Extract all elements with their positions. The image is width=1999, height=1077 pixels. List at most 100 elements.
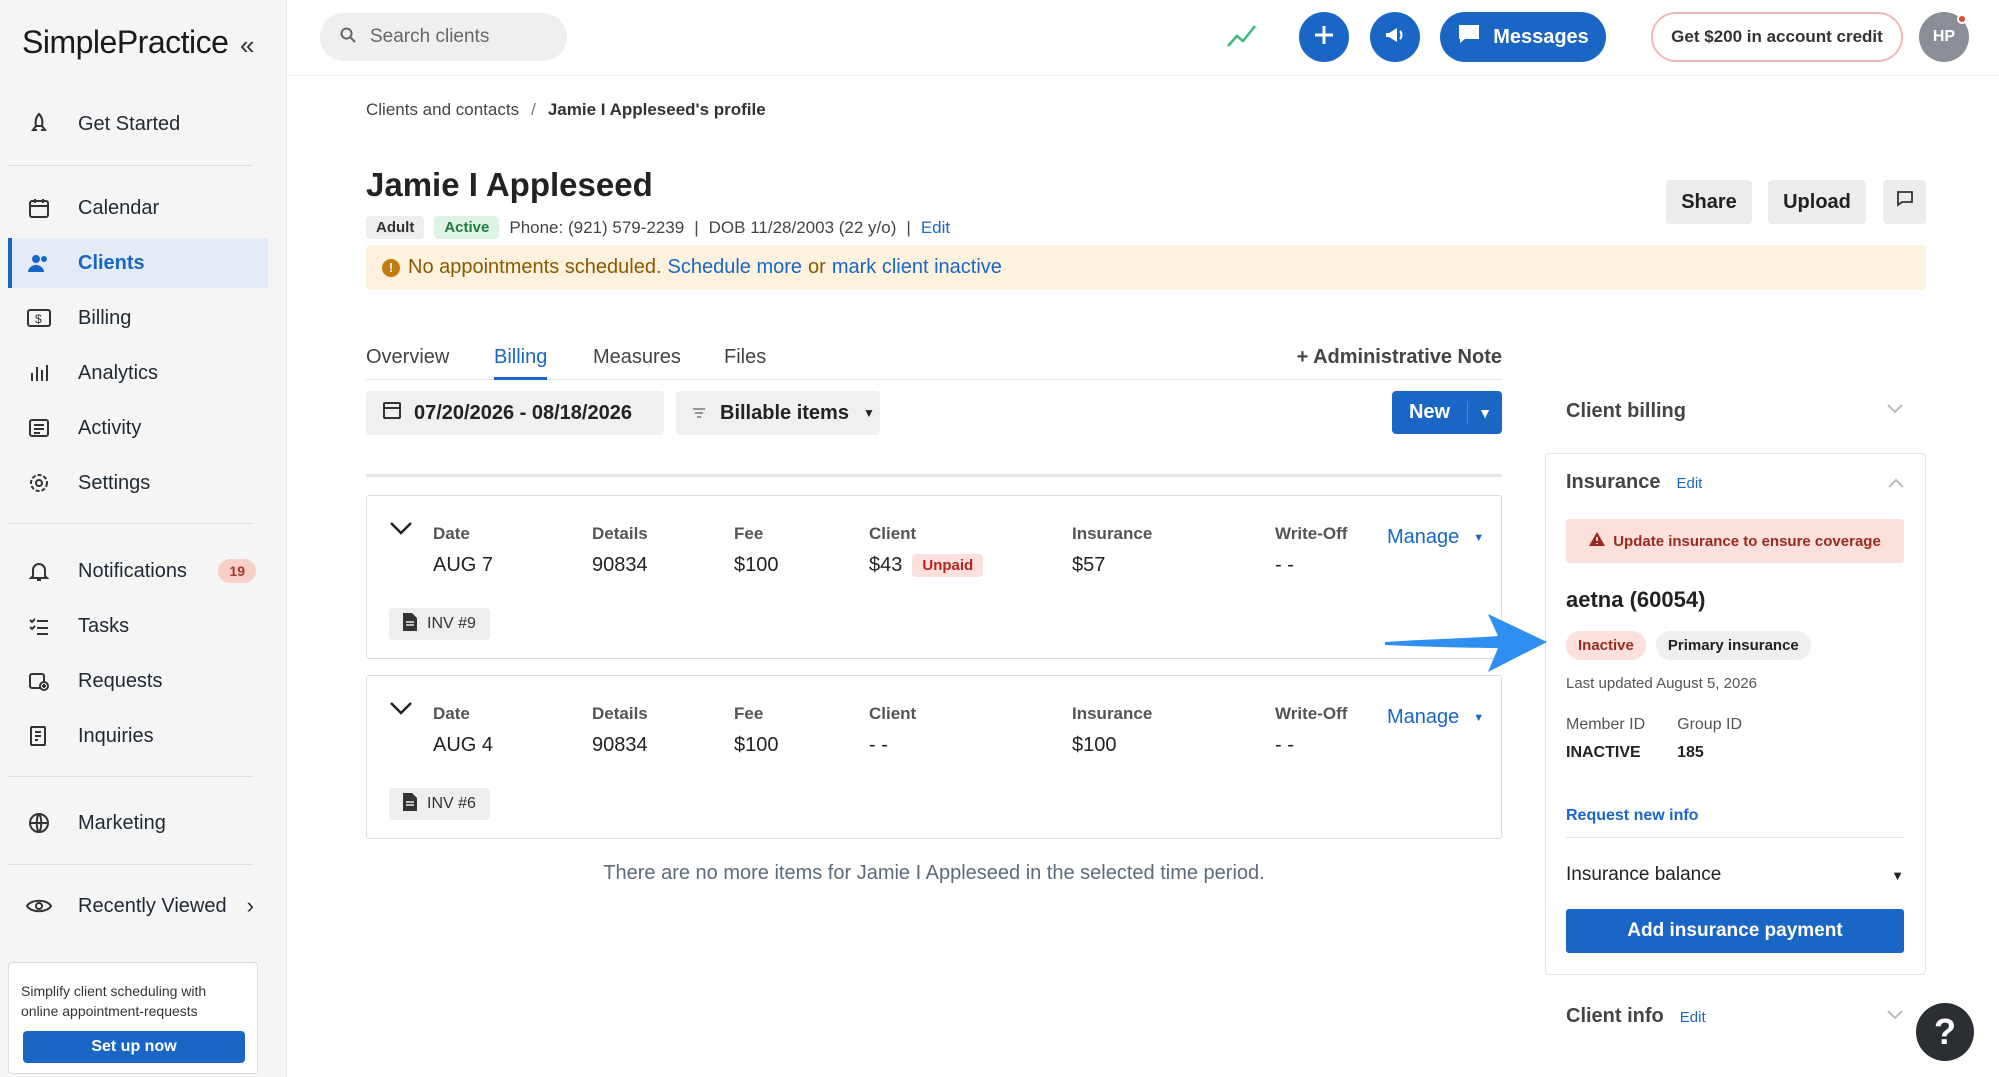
app-logo[interactable]: SimplePractice	[22, 24, 229, 61]
new-button[interactable]: New ▼	[1392, 391, 1502, 434]
manage-dropdown[interactable]: Manage ▼	[1387, 526, 1484, 549]
column-header: Write-Off	[1275, 704, 1348, 723]
warning-icon	[1589, 532, 1606, 550]
insurance-payer: aetna (60054)	[1566, 587, 1706, 612]
sidebar: SimplePractice « Get Started Calendar Cl…	[0, 0, 287, 1077]
sidebar-item-inquiries[interactable]: Inquiries	[8, 711, 268, 761]
bell-icon	[24, 556, 54, 586]
account-credit-button[interactable]: Get $200 in account credit	[1651, 12, 1903, 62]
sidebar-item-marketing[interactable]: Marketing	[8, 798, 268, 848]
messages-button[interactable]: Messages	[1440, 12, 1606, 62]
insurance-ids: Member ID INACTIVE Group ID 185	[1566, 716, 1742, 762]
avatar-notification-dot	[1957, 14, 1967, 24]
notifications-count-badge: 19	[218, 559, 256, 583]
set-up-now-button[interactable]: Set up now	[23, 1031, 245, 1063]
invoice-label: INV #6	[427, 795, 476, 812]
scheduling-promo-card: Simplify client scheduling with online a…	[8, 962, 258, 1074]
manage-dropdown[interactable]: Manage ▼	[1387, 706, 1484, 729]
edit-client-info-link[interactable]: Edit	[1680, 1009, 1706, 1026]
sidebar-item-analytics[interactable]: Analytics	[8, 348, 268, 398]
sidebar-item-label: Settings	[78, 471, 151, 494]
tab-measures[interactable]: Measures	[593, 346, 681, 380]
tab-billing[interactable]: Billing	[494, 346, 548, 380]
inactive-badge: Inactive	[1566, 631, 1646, 660]
insurance-status-pills: Inactive Primary insurance	[1566, 631, 1811, 660]
column-header: Fee	[734, 704, 764, 723]
help-button[interactable]: ?	[1916, 1003, 1974, 1061]
client-phone: Phone: (921) 579-2239	[509, 217, 685, 237]
sidebar-item-label: Notifications	[78, 559, 187, 582]
client-info-header: Client info Edit	[1566, 1005, 1706, 1028]
add-button[interactable]	[1299, 12, 1349, 62]
chevron-down-icon[interactable]	[389, 520, 413, 541]
billable-items-filter[interactable]: Billable items ▼	[676, 391, 880, 435]
invoice-chip[interactable]: INV #6	[389, 788, 490, 820]
breadcrumb-parent-link[interactable]: Clients and contacts	[366, 100, 519, 119]
chevron-down-icon[interactable]	[1886, 402, 1904, 420]
sidebar-item-settings[interactable]: Settings	[8, 458, 268, 508]
sidebar-item-calendar[interactable]: Calendar	[8, 183, 268, 233]
share-button[interactable]: Share	[1666, 180, 1752, 224]
sidebar-item-recently-viewed[interactable]: Recently Viewed ›	[8, 881, 268, 931]
caret-down-icon[interactable]: ▼	[1468, 405, 1502, 421]
client-meta: Adult Active Phone: (921) 579-2239 | DOB…	[366, 216, 950, 239]
invoice-chip[interactable]: INV #9	[389, 608, 490, 640]
tab-files[interactable]: Files	[724, 346, 766, 380]
sidebar-item-clients[interactable]: Clients	[8, 238, 268, 288]
edit-client-link[interactable]: Edit	[921, 218, 950, 238]
mark-inactive-link[interactable]: mark client inactive	[832, 256, 1002, 279]
sidebar-divider	[8, 776, 253, 777]
meta-separator: |	[906, 217, 911, 237]
checklist-icon	[24, 611, 54, 641]
chevron-up-icon[interactable]	[1887, 476, 1905, 494]
sidebar-item-notifications[interactable]: Notifications 19	[8, 546, 268, 596]
caret-down-icon: ▼	[1891, 867, 1904, 883]
schedule-more-link[interactable]: Schedule more	[668, 256, 803, 279]
sidebar-item-requests[interactable]: Requests	[8, 656, 268, 706]
administrative-note-button[interactable]: + Administrative Note	[1297, 346, 1502, 369]
column-header: Client	[869, 524, 917, 543]
sidebar-item-billing[interactable]: $ Billing	[8, 293, 268, 343]
column-header: Client	[869, 704, 917, 723]
sidebar-item-tasks[interactable]: Tasks	[8, 601, 268, 651]
member-id-value: INACTIVE	[1566, 744, 1641, 761]
client-info-title[interactable]: Client info	[1566, 1005, 1664, 1028]
collapse-sidebar-icon[interactable]: «	[240, 30, 254, 61]
sidebar-divider	[8, 523, 253, 524]
breadcrumb: Clients and contacts / Jamie I Appleseed's…	[366, 100, 766, 120]
chevron-down-icon[interactable]	[389, 700, 413, 721]
client-billing-header[interactable]: Client billing	[1566, 400, 1686, 423]
user-avatar[interactable]: HP	[1919, 12, 1969, 62]
item-details: 90834	[592, 734, 648, 756]
sidebar-item-label: Tasks	[78, 614, 130, 637]
search-input[interactable]	[370, 26, 540, 48]
edit-insurance-link[interactable]: Edit	[1676, 475, 1702, 492]
insurance-balance-dropdown[interactable]: Insurance balance ▼	[1566, 864, 1904, 886]
search-box[interactable]	[320, 13, 567, 61]
sidebar-item-get-started[interactable]: Get Started	[8, 99, 268, 149]
comment-button[interactable]	[1883, 180, 1926, 224]
warning-text: Update insurance to ensure coverage	[1613, 532, 1881, 550]
sidebar-item-label: Marketing	[78, 811, 166, 834]
profile-tabs: Overview Billing Measures Files + Admini…	[366, 340, 1502, 380]
announcements-button[interactable]	[1370, 12, 1420, 62]
group-id-value: 185	[1677, 744, 1704, 761]
request-new-info-link[interactable]: Request new info	[1566, 807, 1698, 825]
sidebar-item-label: Requests	[78, 669, 163, 692]
add-insurance-payment-button[interactable]: Add insurance payment	[1566, 909, 1904, 953]
sidebar-item-label: Recently Viewed	[78, 894, 227, 917]
sidebar-item-activity[interactable]: Activity	[8, 403, 268, 453]
column-header: Insurance	[1072, 524, 1153, 543]
chevron-down-icon[interactable]	[1886, 1008, 1904, 1026]
date-range-picker[interactable]: 07/20/2026 - 08/18/2026	[366, 391, 664, 435]
tab-overview[interactable]: Overview	[366, 346, 449, 380]
invoice-label: INV #9	[427, 615, 476, 632]
upload-button[interactable]: Upload	[1768, 180, 1866, 224]
new-button-label: New	[1392, 401, 1468, 424]
meta-separator: |	[694, 217, 699, 237]
item-details: 90834	[592, 554, 648, 576]
gear-icon	[24, 468, 54, 498]
messages-label: Messages	[1493, 25, 1589, 48]
trend-icon[interactable]	[1226, 22, 1258, 55]
member-id-label: Member ID	[1566, 716, 1646, 733]
